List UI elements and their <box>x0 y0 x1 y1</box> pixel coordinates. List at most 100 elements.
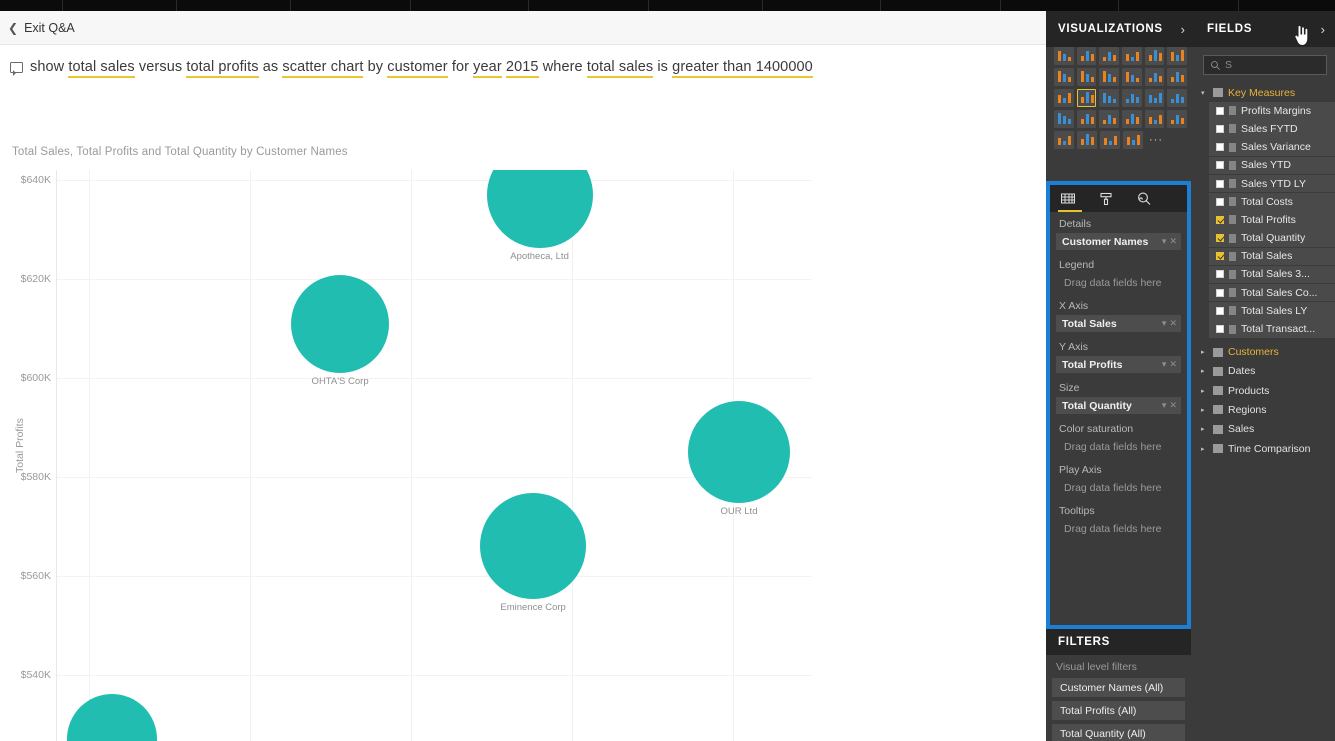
matrix-icon[interactable] <box>1100 131 1120 149</box>
r-script-visual-icon[interactable] <box>1123 131 1143 149</box>
remove-field-icon[interactable]: ✕ <box>1169 359 1177 370</box>
field-wells-tabstrip[interactable] <box>1050 185 1187 212</box>
field-checkbox[interactable] <box>1216 179 1224 188</box>
qa-token-entity[interactable]: customer <box>387 59 448 78</box>
field-well-chip[interactable]: Total Sales ▾ ✕ <box>1056 315 1181 332</box>
field-well-chip[interactable]: Total Quantity ▾ ✕ <box>1056 397 1181 414</box>
chevron-right-icon[interactable]: ▸ <box>1201 348 1208 356</box>
field-list-item[interactable]: Profits Margins <box>1209 102 1335 120</box>
fields-table-row[interactable]: ▸ Sales <box>1195 420 1335 439</box>
field-checkbox[interactable] <box>1216 143 1224 152</box>
fields-table-row[interactable]: ▸ Dates <box>1195 362 1335 381</box>
chevron-down-icon[interactable]: ▾ <box>1162 400 1167 411</box>
scatter-bubble[interactable] <box>480 493 587 600</box>
field-checkbox[interactable] <box>1216 215 1224 224</box>
field-checkbox[interactable] <box>1216 270 1224 279</box>
stacked-bar-chart-icon[interactable] <box>1054 47 1074 65</box>
card-icon[interactable] <box>1122 110 1142 128</box>
scatter-bubble[interactable] <box>291 274 390 373</box>
chevron-right-icon[interactable]: › <box>1181 22 1185 37</box>
field-checkbox[interactable] <box>1216 234 1224 243</box>
fields-table-row[interactable]: ▸ Regions <box>1195 400 1335 419</box>
field-list-item[interactable]: Total Sales LY <box>1209 302 1335 320</box>
stacked-column-chart-icon[interactable] <box>1076 47 1097 65</box>
fields-search-input[interactable]: S <box>1203 55 1327 75</box>
filter-card[interactable]: Total Profits (All) <box>1052 701 1185 720</box>
pie-chart-icon[interactable] <box>1099 89 1120 107</box>
filter-card[interactable]: Customer Names (All) <box>1052 678 1185 697</box>
remove-field-icon[interactable]: ✕ <box>1169 400 1177 411</box>
chevron-down-icon[interactable]: ▾ <box>1162 318 1167 329</box>
field-checkbox[interactable] <box>1216 161 1224 170</box>
slicer-icon[interactable] <box>1054 131 1074 149</box>
field-well-chip[interactable]: Total Profits ▾ ✕ <box>1056 356 1181 373</box>
fields-table-row[interactable]: ▸ Customers <box>1195 342 1335 361</box>
exit-qa-button[interactable]: ❮ Exit Q&A <box>8 19 75 37</box>
clustered-bar-chart-icon[interactable] <box>1099 47 1120 65</box>
field-well-dropzone[interactable]: Drag data fields here <box>1056 274 1181 291</box>
qa-token-entity[interactable]: total sales <box>586 59 654 78</box>
100-stacked-column-chart-icon[interactable] <box>1167 47 1188 65</box>
field-list-item[interactable]: Total Sales <box>1209 247 1335 266</box>
qa-token-entity[interactable]: year <box>473 59 502 78</box>
field-checkbox[interactable] <box>1216 106 1224 115</box>
field-list-item[interactable]: Total Costs <box>1209 192 1335 211</box>
chevron-right-icon[interactable]: ▸ <box>1201 406 1208 414</box>
fields-group-header[interactable]: ▾ Key Measures <box>1195 83 1335 102</box>
field-list-item[interactable]: Sales FYTD <box>1209 120 1335 138</box>
scatter-bubble[interactable] <box>66 694 157 741</box>
qa-token-entity[interactable]: total sales <box>68 59 135 78</box>
field-list-item[interactable]: Total Profits <box>1209 211 1335 229</box>
field-list-item[interactable]: Sales YTD LY <box>1209 174 1335 193</box>
qa-token-entity[interactable]: total profits <box>186 59 259 78</box>
filled-map-icon[interactable] <box>1054 110 1074 128</box>
field-list-item[interactable]: Total Transact... <box>1209 320 1335 338</box>
fields-tree[interactable]: ▾ Key Measures Profits Margins Sales FYTD Sa… <box>1195 83 1335 458</box>
scatter-chart-icon[interactable] <box>1076 89 1097 107</box>
visual-type-gallery[interactable]: ··· <box>1054 47 1188 152</box>
format-paint-roller-icon[interactable] <box>1098 188 1118 212</box>
field-checkbox[interactable] <box>1216 288 1224 297</box>
chevron-right-icon[interactable]: ▸ <box>1201 367 1208 375</box>
analytics-magnifier-icon[interactable] <box>1136 188 1156 212</box>
field-well-chip[interactable]: Customer Names ▾ ✕ <box>1056 233 1181 250</box>
field-well-dropzone[interactable]: Drag data fields here <box>1056 520 1181 537</box>
filters-list[interactable]: Customer Names (All) Total Profits (All) T… <box>1046 678 1191 741</box>
clustered-column-chart-icon[interactable] <box>1122 47 1142 65</box>
area-chart-icon[interactable] <box>1076 68 1097 86</box>
qa-query-text[interactable]: show total sales versus total profits as… <box>30 59 813 78</box>
chevron-down-icon[interactable]: ▾ <box>1201 89 1208 97</box>
ribbon-chart-icon[interactable] <box>1167 68 1188 86</box>
filter-card[interactable]: Total Quantity (All) <box>1052 724 1185 741</box>
fields-tab-icon[interactable] <box>1058 188 1082 212</box>
field-checkbox[interactable] <box>1216 325 1224 334</box>
field-checkbox[interactable] <box>1216 252 1224 261</box>
scatter-bubble[interactable] <box>688 401 790 504</box>
treemap-icon[interactable] <box>1144 89 1165 107</box>
remove-field-icon[interactable]: ✕ <box>1169 318 1177 329</box>
stacked-area-chart-icon[interactable] <box>1099 68 1120 86</box>
chevron-right-icon[interactable]: › <box>1321 22 1325 37</box>
field-list-item[interactable]: Total Sales 3... <box>1209 265 1335 284</box>
multi-row-card-icon[interactable] <box>1144 110 1165 128</box>
field-checkbox[interactable] <box>1216 124 1224 133</box>
scatter-plot-area[interactable]: Apotheca, Ltd OHTA'S Corp OUR Ltd Eminence … <box>21 170 812 741</box>
donut-chart-icon[interactable] <box>1122 89 1142 107</box>
scatter-bubble[interactable] <box>486 170 593 248</box>
funnel-chart-icon[interactable] <box>1076 110 1097 128</box>
qa-query-bar[interactable]: show total sales versus total profits as… <box>0 46 1046 88</box>
kpi-icon[interactable] <box>1167 110 1188 128</box>
100-stacked-bar-chart-icon[interactable] <box>1144 47 1165 65</box>
field-well-dropzone[interactable]: Drag data fields here <box>1056 438 1181 455</box>
field-checkbox[interactable] <box>1216 306 1224 315</box>
field-list-item[interactable]: Total Quantity <box>1209 229 1335 247</box>
qa-token-entity[interactable]: 2015 <box>505 59 539 78</box>
chevron-right-icon[interactable]: ▸ <box>1201 425 1208 433</box>
line-chart-icon[interactable] <box>1054 68 1074 86</box>
more-options-icon[interactable]: ··· <box>1146 131 1166 149</box>
fields-table-row[interactable]: ▸ Time Comparison <box>1195 439 1335 458</box>
field-list-item[interactable]: Sales Variance <box>1209 138 1335 156</box>
gauge-chart-icon[interactable] <box>1099 110 1120 128</box>
chevron-down-icon[interactable]: ▾ <box>1162 359 1167 370</box>
qa-token-entity[interactable]: scatter chart <box>282 59 364 78</box>
